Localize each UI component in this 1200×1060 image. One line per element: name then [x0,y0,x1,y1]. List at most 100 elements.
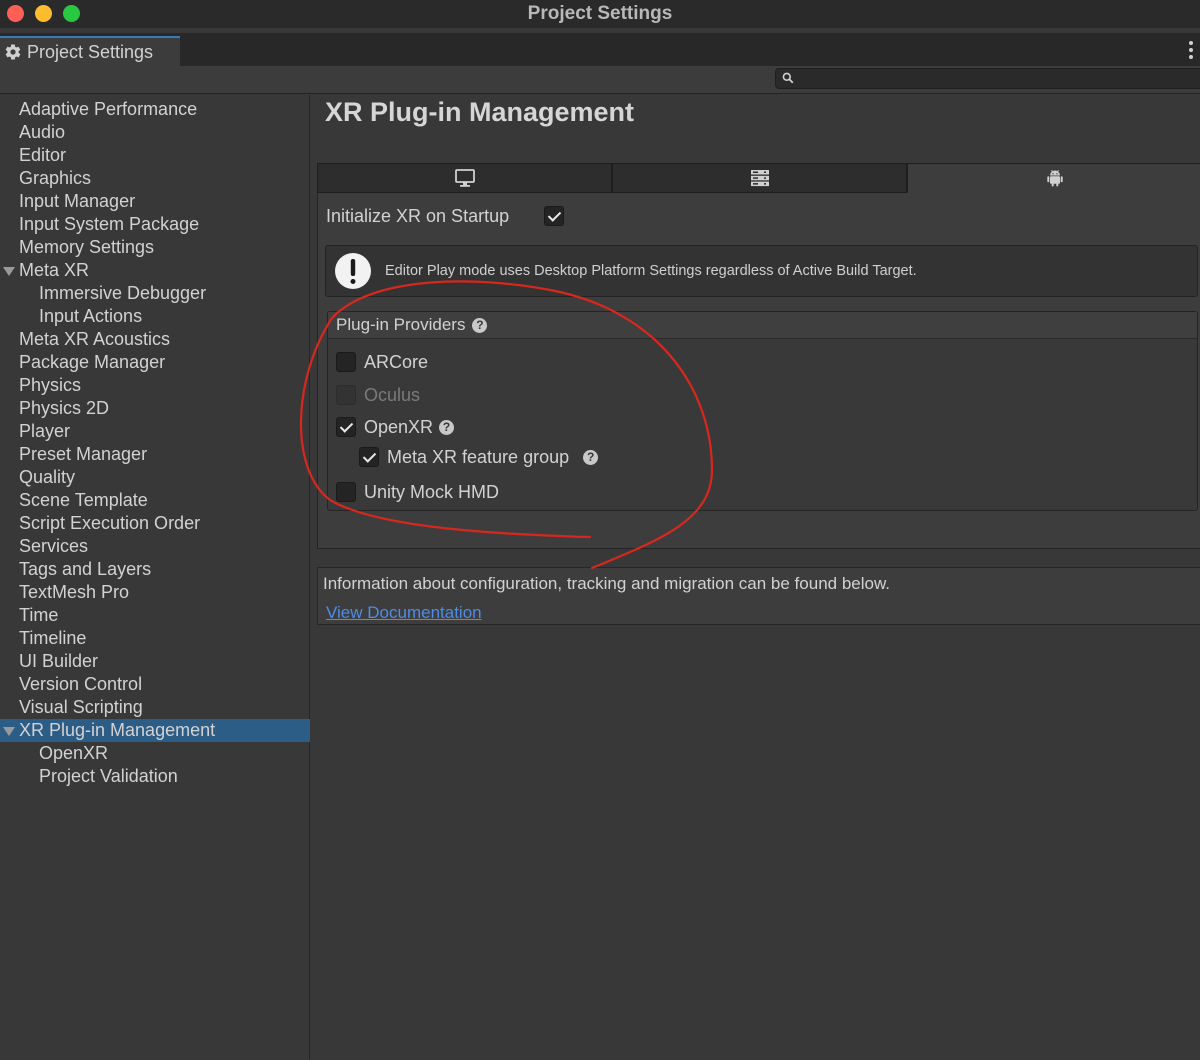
sidebar-item-preset-manager[interactable]: Preset Manager [0,443,310,466]
arcore-checkbox[interactable] [336,352,356,372]
page-title: XR Plug-in Management [325,97,635,127]
openxr-checkbox[interactable] [336,417,356,437]
sidebar-item-label: Adaptive Performance [19,99,198,119]
sidebar-item-label: Input Actions [39,306,143,326]
sidebar-item-label: Immersive Debugger [39,283,207,303]
plugin-providers-header: Plug-in Providers ? [328,312,1197,339]
sidebar-item-label: Graphics [19,168,92,188]
info-message-box: Editor Play mode uses Desktop Platform S… [325,245,1198,297]
sidebar-item-quality[interactable]: Quality [0,466,310,489]
provider-label: Unity Mock HMD [364,481,500,502]
sidebar-item-label: Timeline [19,628,87,648]
tab-bar: Project Settings [0,33,1200,66]
expand-caret-icon[interactable] [3,267,15,276]
sidebar-item-adaptive-performance[interactable]: Adaptive Performance [0,98,310,121]
sidebar-item-label: Tags and Layers [19,559,152,579]
sidebar-item-graphics[interactable]: Graphics [0,167,310,190]
sidebar-item-label: Visual Scripting [19,697,143,717]
sidebar-item-label: Editor [19,145,67,165]
sidebar-item-label: TextMesh Pro [19,582,130,602]
sidebar-item-physics-2d[interactable]: Physics 2D [0,397,310,420]
sidebar-item-immersive-debugger[interactable]: Immersive Debugger [0,282,310,305]
sidebar-item-physics[interactable]: Physics [0,374,310,397]
sidebar-item-label: Project Validation [39,766,178,786]
sidebar-item-editor[interactable]: Editor [0,144,310,167]
desktop-monitor-icon [454,169,475,187]
sidebar-item-timeline[interactable]: Timeline [0,627,310,650]
sidebar-item-label: Meta XR Acoustics [19,329,171,349]
provider-row-openxr: OpenXR ? [336,415,455,439]
search-icon [782,72,794,84]
provider-label: ARCore [364,351,429,372]
unity-mock-hmd-checkbox[interactable] [336,482,356,502]
sidebar-item-label: Input Manager [19,191,136,211]
sidebar-item-time[interactable]: Time [0,604,310,627]
provider-row-arcore: ARCore [336,350,428,374]
sidebar-item-input-actions[interactable]: Input Actions [0,305,310,328]
sidebar-item-openxr[interactable]: OpenXR [0,742,310,765]
info-message-text: Editor Play mode uses Desktop Platform S… [385,263,917,279]
sidebar-item-tags-and-layers[interactable]: Tags and Layers [0,558,310,581]
sidebar-item-xr-plug-in-management[interactable]: XR Plug-in Management [0,719,310,742]
init-xr-checkbox[interactable] [544,206,564,226]
sidebar-item-script-execution-order[interactable]: Script Execution Order [0,512,310,535]
tab-android-platform[interactable] [907,163,1200,193]
plugin-providers-title: Plug-in Providers [336,315,466,334]
sidebar-item-input-manager[interactable]: Input Manager [0,190,310,213]
tab-server-platform[interactable] [612,163,907,193]
tab-label: Project Settings [27,41,154,62]
sidebar-item-label: Input System Package [19,214,200,234]
provider-row-oculus: Oculus [336,383,420,407]
android-icon [1046,170,1063,187]
sidebar-item-label: UI Builder [19,651,99,671]
sidebar-item-input-system-package[interactable]: Input System Package [0,213,310,236]
help-icon[interactable]: ? [439,419,455,435]
provider-row-meta-xr-feature-group: Meta XR feature group ? [359,445,599,469]
sidebar-item-visual-scripting[interactable]: Visual Scripting [0,696,310,719]
sidebar-item-label: Time [19,605,59,625]
help-icon[interactable]: ? [472,317,488,333]
sidebar-item-meta-xr-acoustics[interactable]: Meta XR Acoustics [0,328,310,351]
sidebar-item-textmesh-pro[interactable]: TextMesh Pro [0,581,310,604]
dedicated-server-icon [750,170,769,187]
search-input[interactable] [775,68,1200,89]
sidebar-item-label: Physics [19,375,82,395]
sidebar-item-version-control[interactable]: Version Control [0,673,310,696]
settings-sidebar: Adaptive Performance Audio Editor Graphics I… [0,95,310,1060]
sidebar-item-label: Player [19,421,71,441]
tab-desktop-platform[interactable] [317,163,612,193]
window-title-bar: Project Settings [0,0,1200,28]
sidebar-item-label: Quality [19,467,76,487]
sidebar-item-package-manager[interactable]: Package Manager [0,351,310,374]
settings-main-panel: XR Plug-in Management Initialize XR on S… [311,95,1200,1060]
sidebar-item-label: Preset Manager [19,444,148,464]
sidebar-item-player[interactable]: Player [0,420,310,443]
sidebar-item-memory-settings[interactable]: Memory Settings [0,236,310,259]
more-options-icon[interactable] [1188,41,1194,59]
tab-project-settings[interactable]: Project Settings [0,36,180,66]
sidebar-item-label: Memory Settings [19,237,155,257]
provider-row-unity-mock-hmd: Unity Mock HMD [336,480,499,504]
sidebar-item-meta-xr[interactable]: Meta XR [0,259,310,282]
sidebar-item-label: OpenXR [39,743,109,763]
sidebar-item-audio[interactable]: Audio [0,121,310,144]
sidebar-item-label: Physics 2D [19,398,110,418]
oculus-checkbox [336,385,356,405]
search-toolbar [0,66,1200,94]
sidebar-item-label: Meta XR [19,260,90,280]
documentation-text: Information about configuration, trackin… [323,574,891,593]
sidebar-item-label: Script Execution Order [19,513,201,533]
sidebar-item-services[interactable]: Services [0,535,310,558]
expand-caret-icon[interactable] [3,727,15,736]
sidebar-item-project-validation[interactable]: Project Validation [0,765,310,788]
view-documentation-link[interactable]: View Documentation [326,603,482,623]
sidebar-item-label: Audio [19,122,66,142]
provider-label: Meta XR feature group [387,446,570,467]
platform-settings-panel: Initialize XR on Startup Editor Play mod… [317,193,1200,549]
sidebar-item-scene-template[interactable]: Scene Template [0,489,310,512]
help-icon[interactable]: ? [583,449,599,465]
meta-xr-feature-group-checkbox[interactable] [359,447,379,467]
provider-label: OpenXR [364,416,434,437]
documentation-box: Information about configuration, trackin… [317,567,1200,625]
sidebar-item-ui-builder[interactable]: UI Builder [0,650,310,673]
